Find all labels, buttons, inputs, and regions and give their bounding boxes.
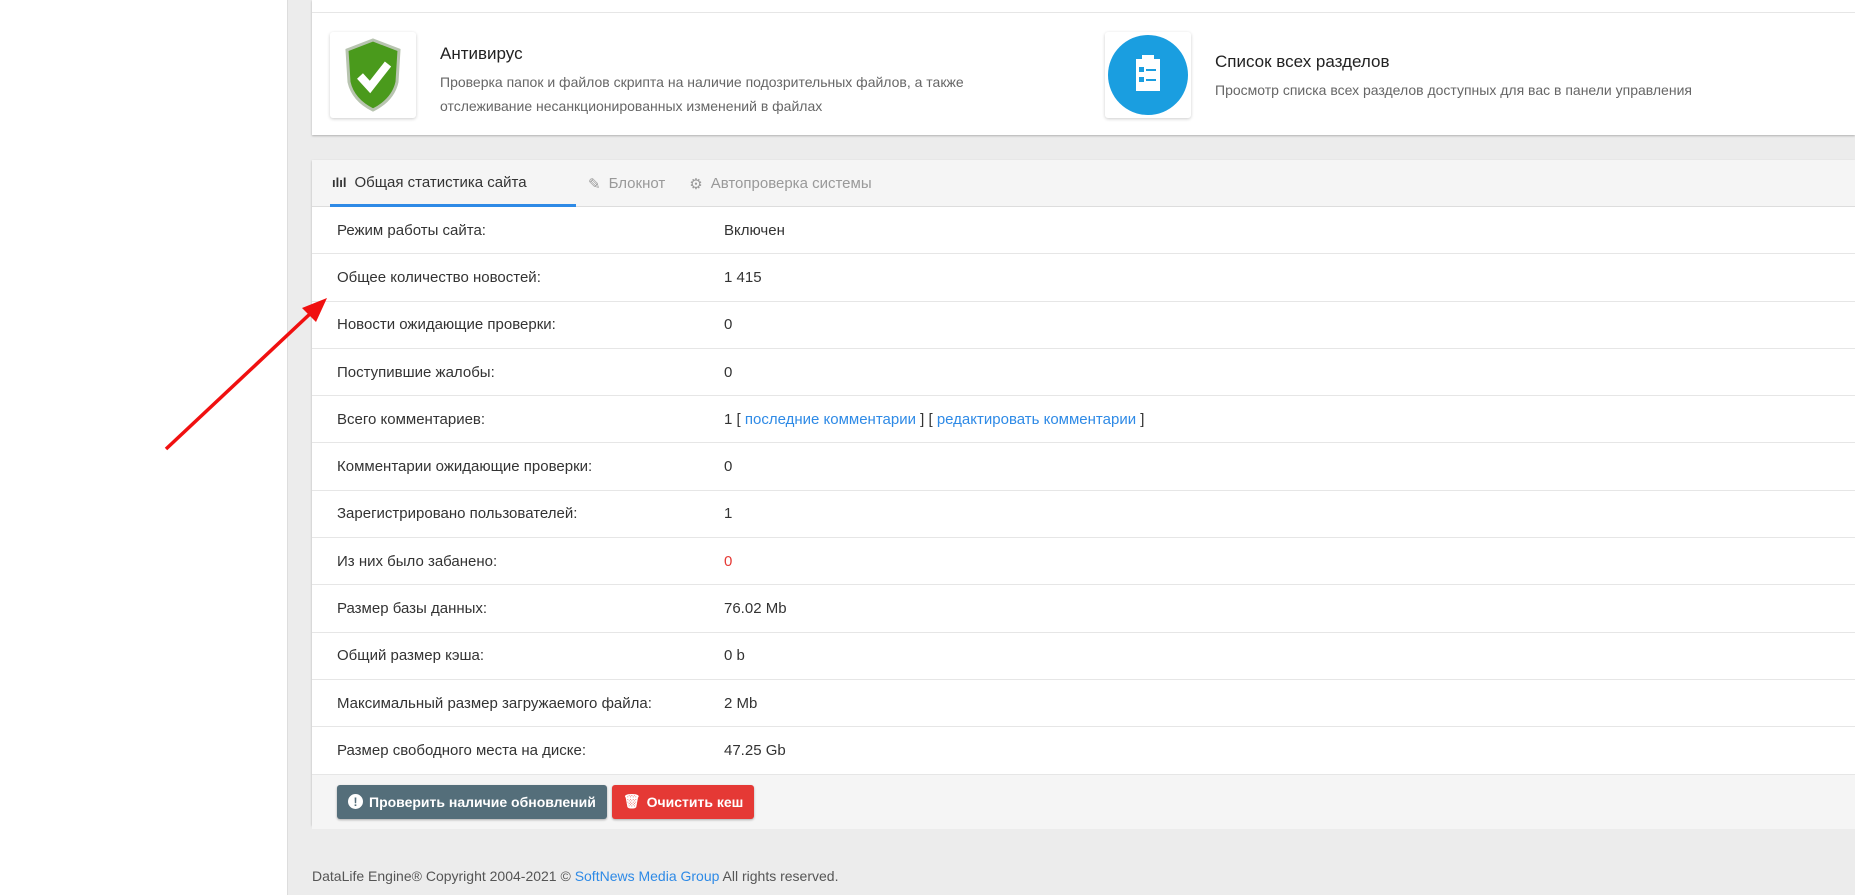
copyright-text: All rights reserved. <box>719 868 839 884</box>
stat-label: Зарегистрировано пользователей: <box>337 505 578 523</box>
trash-icon: 🗑 <box>622 793 641 810</box>
stat-row: Новости ожидающие проверки: 0 <box>312 302 1855 349</box>
stat-value: 0 <box>724 458 733 476</box>
panel-footer: ! Проверить наличие обновлений 🗑 Очистить … <box>312 774 1855 829</box>
stat-value-cell: 2 Mb <box>724 695 757 712</box>
edit-comments-link[interactable]: редактировать комментарии <box>937 411 1136 428</box>
bar-chart-icon: ılıl <box>332 174 347 190</box>
stat-row: Всего комментариев: 1 [ последние коммент… <box>312 396 1855 444</box>
tab-autocheck[interactable]: ⚙ Автопроверка системы <box>677 160 883 207</box>
sidebar <box>0 0 288 895</box>
stat-value: 2 Mb <box>724 694 758 712</box>
stat-label: Всего комментариев: <box>337 410 486 428</box>
stat-row: Общий размер кэша: 0 b <box>312 633 1855 680</box>
stat-value: 0 <box>724 363 733 381</box>
stat-value-cell: 47.25 Gb <box>724 742 786 759</box>
stat-label: Общий размер кэша: <box>337 647 485 665</box>
quick-links-card: Антивирус Проверка папок и файлов скрипта… <box>312 0 1855 135</box>
stat-label: Общее количество новостей: <box>337 268 541 286</box>
latest-comments-link[interactable]: последние комментарии <box>745 411 916 428</box>
stat-value-cell: 1 415 <box>724 269 762 286</box>
stat-value-cell: 0 <box>724 316 732 333</box>
divider <box>312 12 1855 13</box>
check-updates-button[interactable]: ! Проверить наличие обновлений <box>337 784 607 819</box>
bracket: ] [ <box>915 410 937 428</box>
stat-value-cell: 0 <box>724 553 732 570</box>
stat-row: Размер базы данных: 76.02 Mb <box>312 585 1855 633</box>
button-label: Очистить кеш <box>646 793 744 810</box>
stat-row: Максимальный размер загружаемого файла: 2… <box>312 680 1855 728</box>
stat-value: 1 <box>724 505 733 523</box>
copyright: DataLife Engine® Copyright 2004-2021 © S… <box>312 868 838 884</box>
stat-label: Поступившие жалобы: <box>337 363 495 381</box>
stat-value: 1 415 <box>724 268 762 286</box>
tile-title: Антивирус <box>440 44 523 63</box>
stat-value-cell: 1 [ последние комментарии ] [ редактиров… <box>724 411 1144 428</box>
stat-label: Размер свободного места на диске: <box>337 741 587 759</box>
stat-row: Общее количество новостей: 1 415 <box>312 254 1855 302</box>
tab-notepad[interactable]: ✎ Блокнот <box>576 160 677 207</box>
stat-label: Из них было забанено: <box>337 552 498 570</box>
stat-value-cell: Включен <box>724 222 785 239</box>
stat-row: Режим работы сайта: Включен <box>312 207 1855 255</box>
stat-label: Максимальный размер загружаемого файла: <box>337 694 652 712</box>
tile-desc: Просмотр списка всех разделов доступных … <box>1215 82 1692 98</box>
shield-check-icon <box>330 32 416 118</box>
stat-label: Новости ожидающие проверки: <box>337 316 556 334</box>
stat-label: Комментарии ожидающие проверки: <box>337 458 593 476</box>
tab-site-stats[interactable]: ılıl Общая статистика сайта <box>330 160 576 207</box>
bracket: [ <box>732 410 745 428</box>
tile-title: Список всех разделов <box>1215 52 1390 71</box>
stat-label: Режим работы сайта: <box>337 221 486 239</box>
sections-list-tile[interactable]: Список всех разделов Просмотр списка всех… <box>1105 32 1775 118</box>
tab-label: Общая статистика сайта <box>354 173 527 191</box>
stat-value-cell: 0 <box>724 364 732 381</box>
softnews-link[interactable]: SoftNews Media Group <box>575 868 720 884</box>
clipboard-list-icon <box>1105 32 1191 118</box>
stat-value: 47.25 Gb <box>724 741 786 759</box>
edit-icon: ✎ <box>588 175 601 193</box>
stat-value: 0 <box>724 316 733 334</box>
stat-row: Поступившие жалобы: 0 <box>312 349 1855 397</box>
stat-value-cell: 0 b <box>724 647 745 664</box>
tab-label: Блокнот <box>608 175 666 192</box>
stat-row: Комментарии ожидающие проверки: 0 <box>312 443 1855 491</box>
stat-value: Включен <box>724 221 785 239</box>
stat-label: Размер базы данных: <box>337 600 488 618</box>
stat-row: Зарегистрировано пользователей: 1 <box>312 491 1855 539</box>
antivirus-tile[interactable]: Антивирус Проверка папок и файлов скрипта… <box>330 32 1000 118</box>
copyright-text: DataLife Engine® Copyright 2004-2021 © <box>312 868 575 884</box>
stats-panel: ılıl Общая статистика сайта ✎ Блокнот ⚙ Авт… <box>312 160 1855 829</box>
stat-row: Размер свободного места на диске: 47.25 G… <box>312 727 1855 775</box>
tile-desc: Проверка папок и файлов скрипта на налич… <box>440 74 964 114</box>
button-label: Проверить наличие обновлений <box>369 793 596 810</box>
stat-value-cell: 76.02 Mb <box>724 600 787 617</box>
stat-value-cell: 0 <box>724 458 732 475</box>
clear-cache-button[interactable]: 🗑 Очистить кеш <box>611 784 755 819</box>
exclamation-circle-icon: ! <box>348 794 363 810</box>
tab-bar: ılıl Общая статистика сайта ✎ Блокнот ⚙ Авт… <box>312 160 1855 207</box>
stat-row: Из них было забанено: 0 <box>312 538 1855 586</box>
stat-value: 0 <box>724 552 733 570</box>
stat-value-cell: 1 <box>724 505 732 522</box>
bracket: ] <box>1136 410 1145 428</box>
stat-value: 76.02 Mb <box>724 600 787 618</box>
tab-label: Автопроверка системы <box>710 175 872 192</box>
gear-icon: ⚙ <box>689 175 703 193</box>
stat-value: 0 b <box>724 647 745 665</box>
